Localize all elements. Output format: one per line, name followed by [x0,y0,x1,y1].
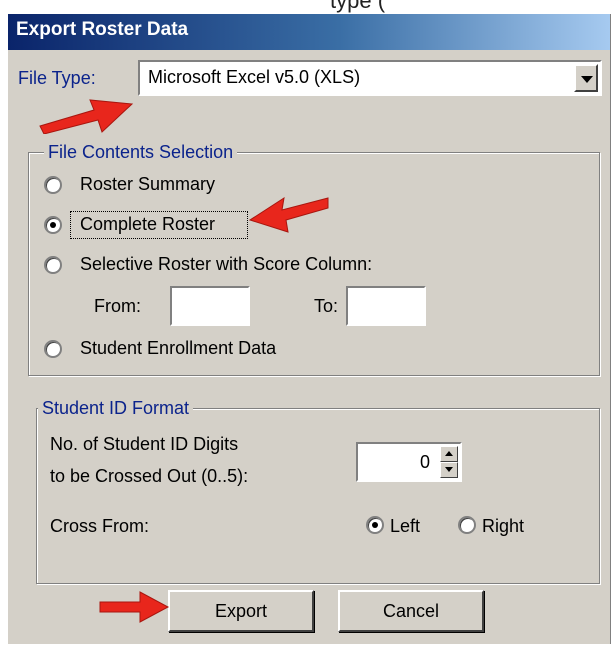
radio-cross-left[interactable] [366,516,384,534]
arrow-export-icon [99,591,170,623]
radio-complete-roster[interactable] [44,216,62,234]
digits-label-line2: to be Crossed Out (0..5): [50,466,249,486]
cross-right-label[interactable]: Right [482,516,524,537]
roster-summary-label[interactable]: Roster Summary [80,174,215,195]
enrollment-data-label[interactable]: Student Enrollment Data [80,338,276,359]
file-type-select[interactable]: Microsoft Excel v5.0 (XLS) [138,60,602,96]
file-type-value: Microsoft Excel v5.0 (XLS) [148,67,361,87]
spin-down-icon[interactable] [440,462,458,478]
from-label: From: [94,296,141,316]
title-bar: Export Roster Data [8,14,610,50]
to-input[interactable] [346,286,426,326]
arrow-complete-roster-icon [248,196,329,233]
radio-selective-roster[interactable] [44,256,62,274]
export-button[interactable]: Export [168,590,314,632]
selective-roster-label[interactable]: Selective Roster with Score Column: [80,254,372,275]
radio-enrollment-data[interactable] [44,340,62,358]
cross-from-label: Cross From: [50,516,149,536]
cross-left-label[interactable]: Left [390,516,420,537]
digits-spinner[interactable]: 0 [356,442,462,482]
file-contents-legend: File Contents Selection [44,142,238,163]
cancel-button[interactable]: Cancel [338,590,484,632]
dropdown-arrow-icon[interactable] [574,64,598,92]
from-input[interactable] [170,286,250,326]
partial-text: type ( [330,0,386,13]
to-label: To: [314,296,339,316]
complete-roster-label[interactable]: Complete Roster [80,214,215,235]
digits-value: 0 [419,452,430,472]
digits-label-line1: No. of Student ID Digits [50,434,239,454]
radio-roster-summary[interactable] [44,176,62,194]
arrow-file-type-icon [39,99,134,134]
radio-cross-right[interactable] [458,516,476,534]
student-id-legend: Student ID Format [38,398,194,419]
spin-up-icon[interactable] [440,446,458,462]
dialog-title: Export Roster Data [16,19,189,40]
